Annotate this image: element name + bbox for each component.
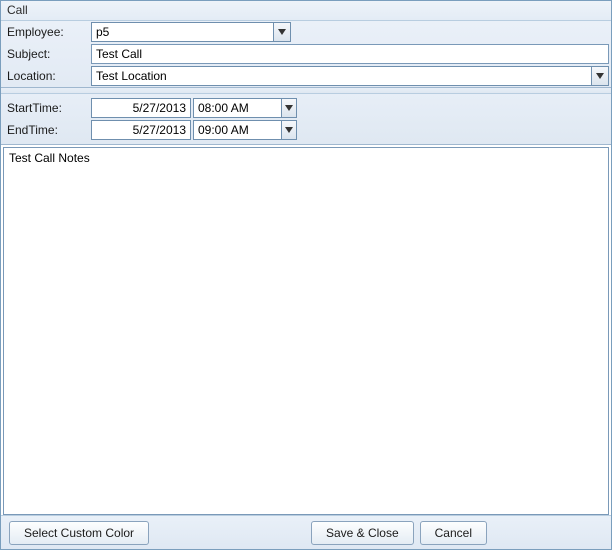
button-bar: Select Custom Color Save & Close Cancel [1,515,611,549]
chevron-down-icon [285,127,293,133]
header-fields: Employee: Subject: Location: [1,21,611,88]
notes-textarea[interactable] [3,147,609,515]
chevron-down-icon [596,73,604,79]
employee-label: Employee: [1,25,91,39]
time-fields: StartTime: EndTime: [1,94,611,145]
end-time-combo[interactable] [193,120,297,140]
subject-input[interactable] [91,44,609,64]
select-custom-color-button[interactable]: Select Custom Color [9,521,149,545]
chevron-down-icon [285,105,293,111]
end-time-dropdown-button[interactable] [281,121,296,139]
employee-input[interactable] [92,23,273,41]
notes-area [1,145,611,515]
end-time-input[interactable] [194,121,281,139]
start-time-input[interactable] [194,99,281,117]
employee-combo[interactable] [91,22,291,42]
location-dropdown-button[interactable] [591,67,608,85]
start-time-combo[interactable] [193,98,297,118]
start-time-dropdown-button[interactable] [281,99,296,117]
subject-label: Subject: [1,47,91,61]
endtime-label: EndTime: [1,123,91,137]
chevron-down-icon [278,29,286,35]
location-label: Location: [1,69,91,83]
location-input[interactable] [92,67,591,85]
window-title: Call [1,1,611,21]
employee-dropdown-button[interactable] [273,23,290,41]
end-date-input[interactable] [91,120,191,140]
save-close-button[interactable]: Save & Close [311,521,414,545]
location-combo[interactable] [91,66,609,86]
cancel-button[interactable]: Cancel [420,521,487,545]
start-date-input[interactable] [91,98,191,118]
starttime-label: StartTime: [1,101,91,115]
call-dialog: Call Employee: Subject: Location: [0,0,612,550]
